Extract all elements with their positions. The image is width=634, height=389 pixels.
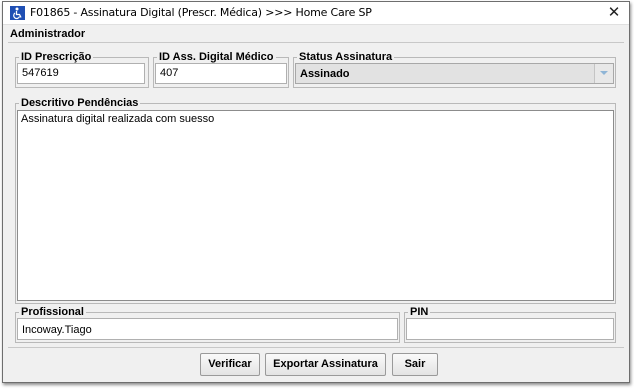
profissional-field[interactable]: Incoway.Tiago (17, 318, 398, 340)
id-prescricao-field[interactable]: 547619 (17, 63, 145, 84)
menu-bar: Administrador (3, 25, 629, 43)
title-bar[interactable]: F01865 - Assinatura Digital (Prescr. Méd… (3, 2, 629, 25)
verificar-button[interactable]: Verificar (200, 353, 260, 376)
id-prescricao-label: ID Prescrição (19, 51, 94, 63)
close-icon[interactable]: ✕ (599, 2, 629, 24)
window-title: F01865 - Assinatura Digital (Prescr. Méd… (30, 6, 372, 19)
status-assinatura-select[interactable]: Assinado (295, 63, 614, 84)
descritivo-textarea[interactable]: Assinatura digital realizada com suesso (17, 110, 614, 301)
dropdown-button[interactable] (594, 64, 613, 83)
profissional-label: Profissional (19, 306, 86, 318)
wheelchair-icon (10, 6, 25, 20)
menu-divider (8, 42, 624, 43)
id-ass-digital-field[interactable]: 407 (155, 63, 287, 84)
descritivo-label: Descritivo Pendências (19, 97, 141, 109)
pin-label: PIN (408, 306, 431, 318)
dialog-window: F01865 - Assinatura Digital (Prescr. Méd… (2, 1, 630, 383)
status-assinatura-label: Status Assinatura (297, 51, 395, 63)
id-ass-digital-label: ID Ass. Digital Médico (157, 51, 276, 63)
footer-divider (8, 347, 624, 348)
chevron-down-icon (600, 71, 608, 75)
exportar-assinatura-button[interactable]: Exportar Assinatura (265, 353, 386, 376)
pin-field[interactable] (406, 318, 614, 340)
status-assinatura-value: Assinado (300, 68, 350, 80)
menu-administrador[interactable]: Administrador (10, 28, 85, 40)
sair-button[interactable]: Sair (392, 353, 438, 376)
